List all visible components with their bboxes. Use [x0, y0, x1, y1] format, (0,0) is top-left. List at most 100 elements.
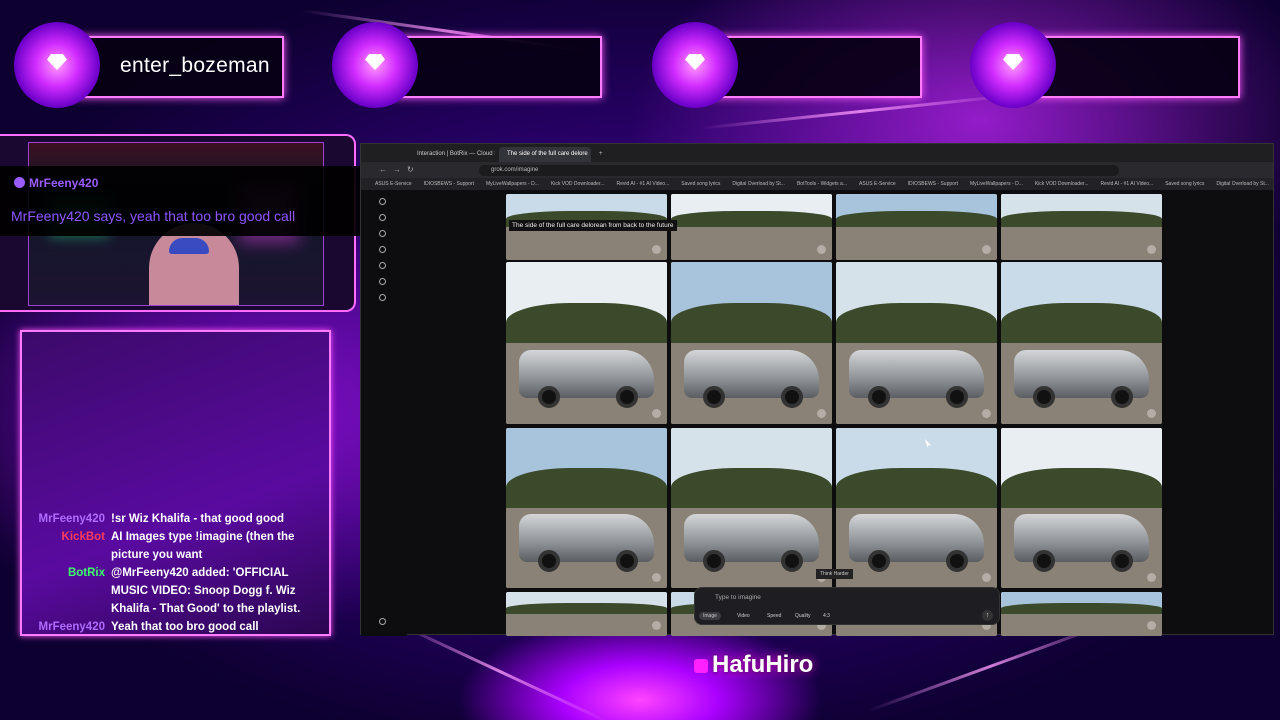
brand-name: HafuHiro [712, 651, 814, 678]
bookmark-item[interactable]: IDIOSBEWS - Support [424, 181, 474, 187]
chat-username: KickBot [61, 531, 105, 543]
bookmark-item[interactable]: IDIOSBEWS - Support [908, 181, 958, 187]
browser-window: Interaction | BotRix — Cloud St The side… [360, 143, 1274, 636]
bookmark-item[interactable]: ASUS E-Service [375, 181, 412, 187]
play-icon[interactable] [1147, 245, 1156, 254]
bookmark-item[interactable]: MyLiveWallpapers - D... [486, 181, 539, 187]
grok-logo-icon[interactable] [379, 198, 386, 205]
address-bar: ← → ↻ grok.com/imagine [361, 162, 1273, 178]
generated-image[interactable] [836, 262, 997, 424]
bookmark-item[interactable]: Saved song lyrics [1165, 181, 1204, 187]
tab-grok-imagine[interactable]: The side of the full care delore [499, 147, 591, 162]
profile-icon[interactable] [379, 618, 386, 625]
diamond-icon [332, 22, 418, 108]
tooltip: Think Harder [816, 569, 853, 579]
composer-chip[interactable]: Speed [763, 612, 785, 620]
chat-message: MrFeeny420 !sr Wiz Khalifa - that good go… [22, 510, 322, 528]
play-icon[interactable] [982, 245, 991, 254]
imagine-composer: Type to imagine Image Video Speed Quality 4:… [694, 587, 1000, 625]
streamer-hat [169, 238, 209, 254]
play-icon[interactable] [1147, 573, 1156, 582]
composer-chip[interactable]: 4:3 [819, 612, 834, 620]
play-icon[interactable] [652, 245, 661, 254]
bookmark-item[interactable]: Saved song lyrics [681, 181, 720, 187]
new-tab-button[interactable]: + [591, 147, 607, 162]
prompt-input[interactable]: Type to imagine [715, 594, 761, 601]
badge-box [1030, 36, 1240, 98]
bookmark-item[interactable]: ASUS E-Service [859, 181, 896, 187]
chat-list: MrFeeny420 !sr Wiz Khalifa - that good go… [22, 510, 322, 636]
play-icon[interactable] [817, 409, 826, 418]
composer-chip[interactable]: Quality [791, 612, 815, 620]
history-icon[interactable] [379, 294, 386, 301]
bookmark-item[interactable]: Digital Overload by St... [1216, 181, 1269, 187]
top-badge-3 [652, 22, 922, 108]
generated-image[interactable] [836, 194, 997, 260]
badge-box [712, 36, 922, 98]
generated-image[interactable] [1001, 592, 1162, 636]
chat-username: MrFeeny420 [38, 513, 105, 525]
play-icon[interactable] [652, 409, 661, 418]
diamond-icon [970, 22, 1056, 108]
play-icon[interactable] [652, 573, 661, 582]
user-icon [14, 177, 25, 188]
edit-icon[interactable] [379, 230, 386, 237]
bookmark-item[interactable]: Kick VOD Downloader... [551, 181, 605, 187]
top-badge-1: enter_bozeman [14, 22, 284, 108]
top-badge-4 [970, 22, 1240, 108]
tab-strip: Interaction | BotRix — Cloud St The side… [361, 144, 1273, 162]
chat-text: AI Images type !imagine (then the pictur… [111, 531, 295, 561]
generated-image[interactable] [671, 428, 832, 588]
bookmark-item[interactable]: Revid AI - #1 AI Video... [617, 181, 670, 187]
generated-image[interactable] [1001, 194, 1162, 260]
badge-box [392, 36, 602, 98]
kick-logo-icon [694, 659, 708, 673]
grok-sidebar [361, 190, 407, 636]
back-icon[interactable]: ← [379, 165, 387, 174]
play-icon[interactable] [982, 409, 991, 418]
generated-image[interactable] [1001, 262, 1162, 424]
generated-image[interactable] [671, 194, 832, 260]
chat-message: BotRix @MrFeeny420 added: 'OFFICIAL MUSIC… [22, 564, 322, 618]
generated-image[interactable] [836, 428, 997, 588]
reload-icon[interactable]: ↻ [407, 165, 414, 174]
composer-chip[interactable]: Video [733, 612, 754, 620]
imagine-icon[interactable] [379, 262, 386, 269]
bookmarks-bar: ASUS E-Service IDIOSBEWS - Support MyLiveW… [361, 178, 1273, 190]
play-icon[interactable] [1147, 409, 1156, 418]
projects-icon[interactable] [379, 278, 386, 285]
bookmark-item[interactable]: Kick VOD Downloader... [1035, 181, 1089, 187]
play-icon[interactable] [652, 621, 661, 630]
bg-streak [700, 93, 1020, 130]
bookmark-item[interactable]: Digital Overload by St... [732, 181, 785, 187]
composer-chip[interactable]: Image [699, 612, 721, 620]
play-icon[interactable] [982, 573, 991, 582]
alert-message: MrFeeny420 says, yeah that too bro good … [11, 208, 296, 224]
url-field[interactable]: grok.com/imagine [479, 165, 1119, 176]
generated-image[interactable] [506, 428, 667, 588]
voice-icon[interactable] [379, 246, 386, 253]
bookmark-item[interactable]: MyLiveWallpapers - D... [970, 181, 1023, 187]
bookmark-item[interactable]: BotTools - Widgets a... [797, 181, 847, 187]
tab-botrix[interactable]: Interaction | BotRix — Cloud St [409, 147, 495, 162]
play-icon[interactable] [1147, 621, 1156, 630]
generated-image[interactable] [1001, 428, 1162, 588]
diamond-icon [14, 22, 100, 108]
generated-image[interactable] [671, 262, 832, 424]
chat-text: @MrFeeny420 added: 'OFFICIAL MUSIC VIDEO… [111, 567, 301, 615]
search-icon[interactable] [379, 214, 386, 221]
image-caption: The side of the full care delorean from … [509, 220, 677, 231]
forward-icon[interactable]: → [393, 165, 401, 174]
chat-text: !sr Wiz Khalifa - that good good [111, 513, 285, 525]
badge-name: enter_bozeman [120, 54, 270, 77]
generated-image[interactable] [506, 262, 667, 424]
send-button[interactable]: ↑ [982, 610, 993, 621]
generated-image[interactable] [506, 592, 667, 636]
streamer-brand: HafuHiro [694, 651, 813, 679]
chat-text: Yeah that too bro good call [111, 621, 259, 633]
play-icon[interactable] [817, 245, 826, 254]
chat-username: MrFeeny420 [38, 621, 105, 633]
diamond-icon [652, 22, 738, 108]
alert-user: MrFeeny420 [14, 176, 98, 190]
bookmark-item[interactable]: Revid AI - #1 AI Video... [1101, 181, 1154, 187]
